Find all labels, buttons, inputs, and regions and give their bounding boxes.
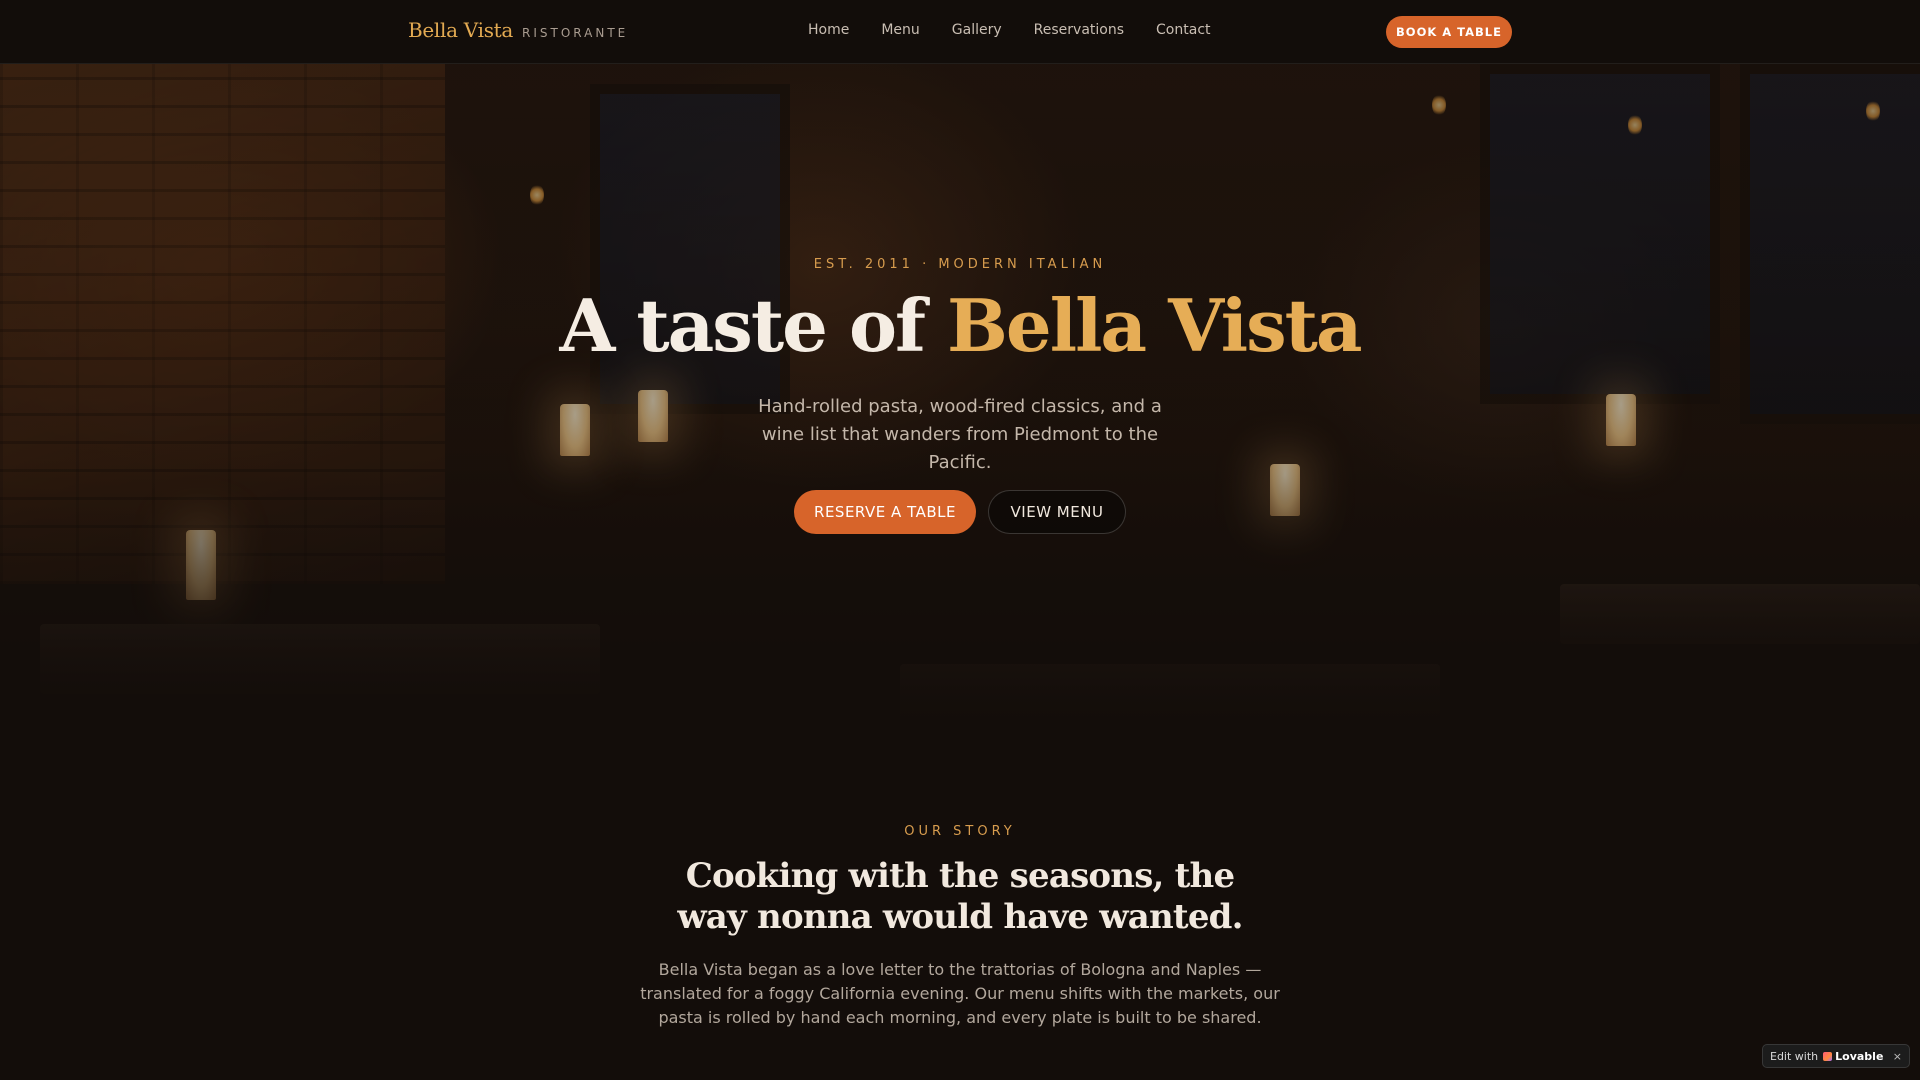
hero-title-accent: Bella Vista	[947, 283, 1362, 368]
nav-link-contact[interactable]: Contact	[1156, 22, 1210, 38]
view-menu-button[interactable]: VIEW MENU	[988, 490, 1126, 534]
nav-link-reservations[interactable]: Reservations	[1034, 22, 1124, 38]
close-icon[interactable]: ×	[1893, 1050, 1902, 1063]
hero-title: A taste of Bella Vista	[0, 290, 1920, 362]
nav-link-home[interactable]: Home	[808, 22, 849, 38]
book-table-button[interactable]: BOOK A TABLE	[1386, 16, 1512, 48]
story-body: Bella Vista began as a love letter to th…	[640, 960, 1280, 1027]
lovable-heart-icon	[1823, 1051, 1833, 1061]
story-title: Cooking with the seasons, the way nonna …	[677, 856, 1243, 937]
nav-link-gallery[interactable]: Gallery	[952, 22, 1002, 38]
brand-name: Bella Vista	[408, 18, 514, 42]
hero-title-plain: A taste of	[559, 283, 948, 368]
badge-brand: Lovable	[1835, 1049, 1884, 1063]
brand-logo[interactable]: Bella Vista RISTORANTE	[408, 18, 628, 42]
brand-subtitle: RISTORANTE	[522, 26, 629, 40]
hero-eyebrow: EST. 2011 · MODERN ITALIAN	[813, 257, 1107, 272]
edit-with-lovable-badge[interactable]: Edit with Lovable ×	[1762, 1044, 1910, 1068]
hero-section: EST. 2011 · MODERN ITALIAN A taste of Be…	[0, 64, 1920, 724]
hero-subtitle: Hand-rolled pasta, wood-fired classics, …	[758, 396, 1162, 473]
nav-link-menu[interactable]: Menu	[881, 22, 919, 38]
nav-links: Home Menu Gallery Reservations Contact	[808, 22, 1211, 38]
badge-edit-label: Edit with	[1770, 1049, 1819, 1063]
top-navbar: Bella Vista RISTORANTE Home Menu Gallery…	[0, 0, 1920, 64]
reserve-table-button[interactable]: RESERVE A TABLE	[794, 490, 976, 534]
story-eyebrow: OUR STORY	[904, 824, 1016, 839]
lovable-logo: Lovable	[1823, 1050, 1883, 1063]
